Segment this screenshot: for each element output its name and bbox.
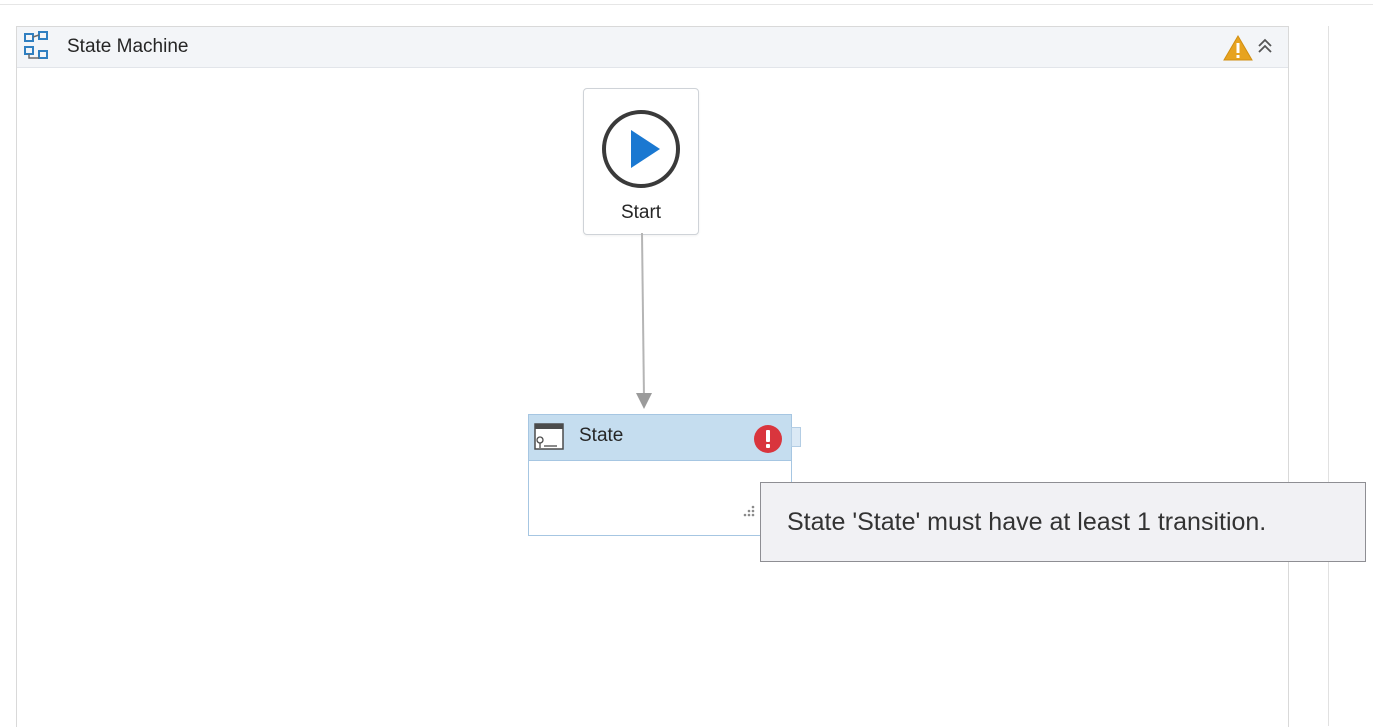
- validation-tooltip: State 'State' must have at least 1 trans…: [760, 482, 1366, 562]
- start-node[interactable]: Start: [583, 88, 699, 235]
- tooltip-text: State 'State' must have at least 1 trans…: [787, 508, 1267, 536]
- connection-handle[interactable]: [791, 427, 801, 447]
- state-machine-title: State Machine: [67, 36, 189, 57]
- state-machine-header[interactable]: State Machine: [17, 27, 1288, 68]
- collapse-up-icon[interactable]: [1255, 36, 1275, 56]
- properties-panel-divider: [1328, 26, 1329, 726]
- state-machine-icon: [24, 31, 48, 59]
- top-divider: [0, 4, 1373, 5]
- transition-arrow[interactable]: [630, 233, 660, 415]
- state-label: State: [579, 425, 624, 446]
- state-node[interactable]: State: [528, 414, 801, 536]
- resize-grip-icon[interactable]: [739, 503, 757, 521]
- state-header[interactable]: State: [529, 415, 791, 461]
- play-icon: [602, 110, 680, 188]
- state-icon: [534, 423, 564, 450]
- warning-icon[interactable]: [1222, 34, 1254, 62]
- error-icon[interactable]: [753, 424, 783, 454]
- start-label: Start: [620, 202, 662, 223]
